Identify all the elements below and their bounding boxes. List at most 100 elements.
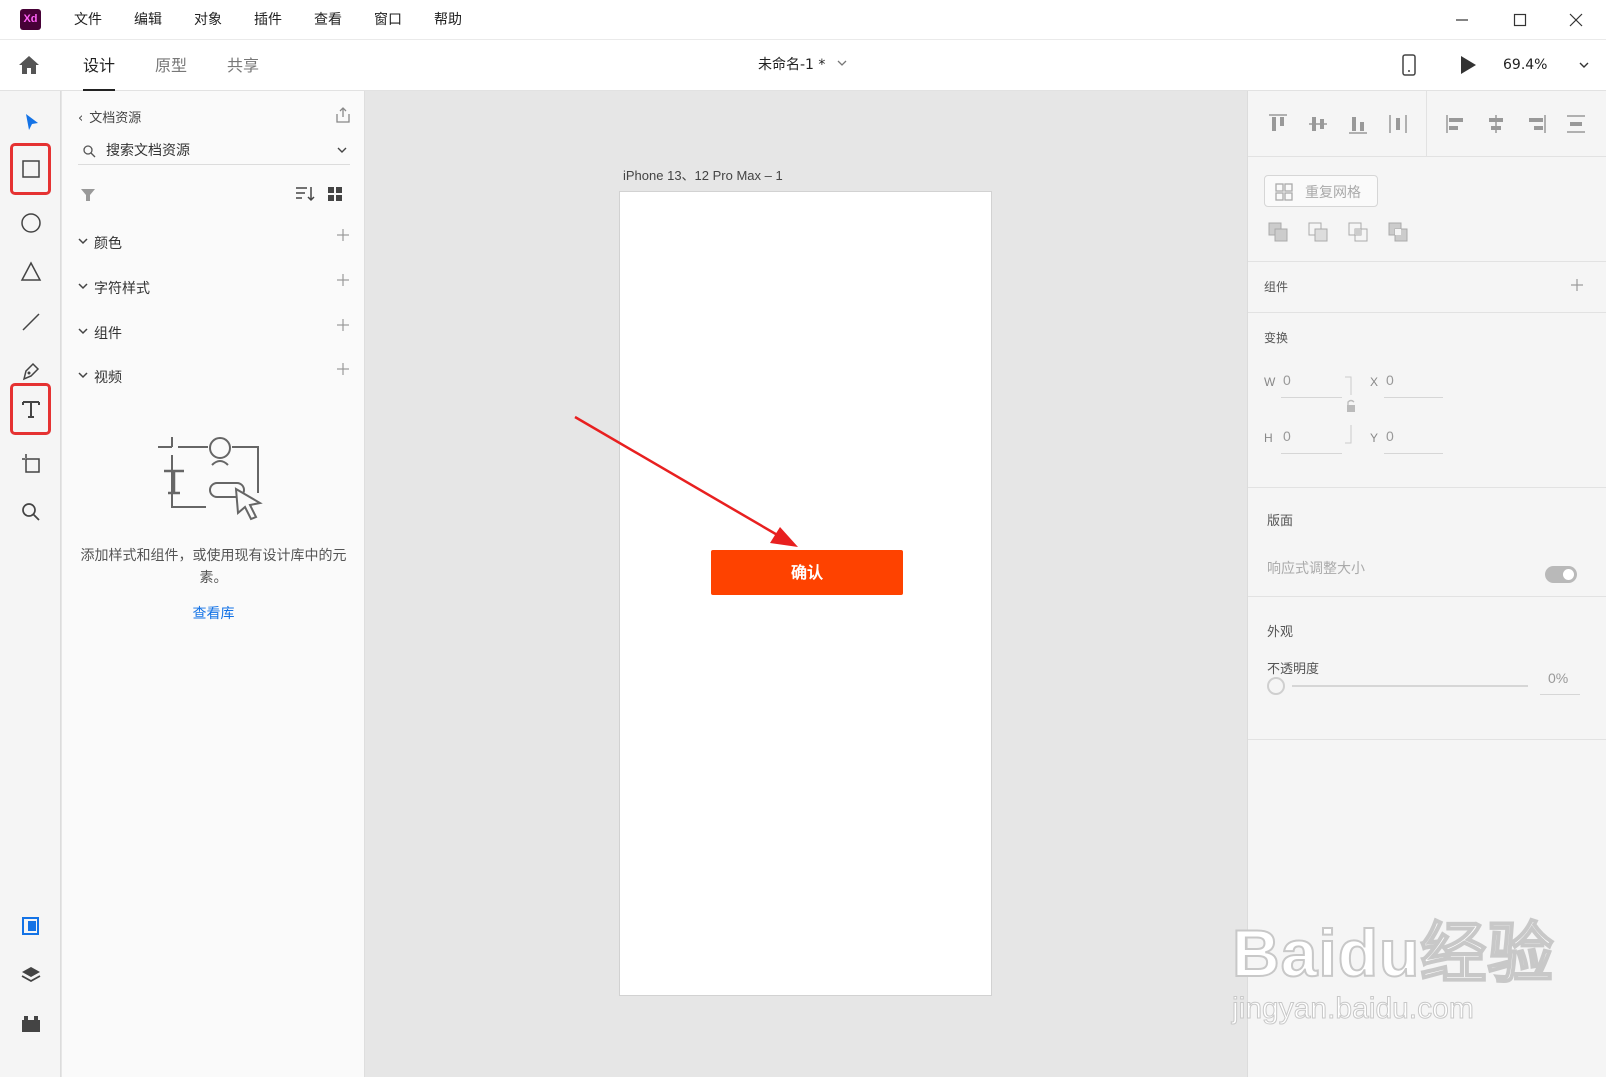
- select-tool[interactable]: [12, 103, 49, 140]
- view-library-link[interactable]: 查看库: [62, 603, 365, 623]
- polygon-tool[interactable]: [12, 253, 49, 290]
- chevron-down-icon[interactable]: [336, 144, 348, 156]
- distribute-vertical-icon[interactable]: [1565, 113, 1587, 135]
- add-icon[interactable]: [336, 228, 350, 242]
- chevron-down-icon: [78, 283, 88, 290]
- maximize-button[interactable]: [1502, 6, 1538, 34]
- share-export-icon: [336, 107, 350, 123]
- menu-object[interactable]: 对象: [194, 0, 222, 40]
- add-icon[interactable]: [336, 318, 350, 332]
- device-preview-button[interactable]: [1401, 54, 1417, 80]
- repeat-grid-button[interactable]: 重复网格: [1264, 175, 1378, 207]
- appearance-divider: [1248, 739, 1606, 740]
- artboard-tool[interactable]: [12, 444, 49, 481]
- add-icon[interactable]: [1570, 278, 1584, 292]
- chevron-down-icon: [78, 372, 88, 379]
- y-field[interactable]: 0: [1386, 428, 1394, 444]
- x-label: X: [1370, 375, 1379, 389]
- section-character-styles[interactable]: 字符样式: [78, 273, 350, 299]
- sort-icon[interactable]: [295, 185, 315, 203]
- assets-back-button[interactable]: ‹ 文档资源: [78, 107, 141, 126]
- menu-help[interactable]: 帮助: [434, 0, 462, 40]
- menu-edit[interactable]: 编辑: [134, 0, 162, 40]
- distribute-horizontal-icon[interactable]: [1387, 113, 1409, 135]
- triangle-icon: [20, 260, 41, 281]
- opacity-slider-handle[interactable]: [1267, 677, 1285, 695]
- width-field[interactable]: 0: [1283, 372, 1291, 388]
- close-icon: [1569, 13, 1583, 27]
- responsive-resize-toggle[interactable]: [1545, 566, 1577, 583]
- height-field[interactable]: 0: [1283, 428, 1291, 444]
- section-components[interactable]: 组件: [78, 318, 350, 344]
- section-colors[interactable]: 颜色: [78, 228, 350, 254]
- align-top-icon[interactable]: [1267, 113, 1289, 135]
- text-tool[interactable]: [10, 383, 51, 435]
- layout-title: 版面: [1267, 514, 1294, 529]
- rectangle-tool[interactable]: [10, 143, 51, 195]
- layers-button[interactable]: [12, 956, 49, 993]
- menu-file[interactable]: 文件: [74, 0, 102, 40]
- chevron-down-icon: [78, 328, 88, 335]
- section-video[interactable]: 视频: [78, 362, 350, 388]
- line-tool[interactable]: [12, 303, 49, 340]
- align-left-icon[interactable]: [1445, 113, 1467, 135]
- align-middle-icon[interactable]: [1307, 113, 1329, 135]
- chevron-down-icon[interactable]: [836, 57, 848, 69]
- menu-window[interactable]: 窗口: [374, 0, 402, 40]
- zoom-level[interactable]: 69.4%: [1503, 40, 1547, 91]
- intersect-icon[interactable]: [1347, 221, 1369, 243]
- add-union-icon[interactable]: [1267, 221, 1289, 243]
- mode-bar: 设计 原型 共享 未命名-1 * 69.4%: [0, 40, 1606, 91]
- home-button[interactable]: [18, 55, 40, 79]
- document-title[interactable]: 未命名-1 *: [758, 40, 825, 91]
- align-center-icon[interactable]: [1485, 113, 1507, 135]
- select-arrow-icon: [25, 113, 38, 130]
- plugins-icon: [21, 1015, 40, 1032]
- artboard-icon: [21, 453, 40, 473]
- menu-view[interactable]: 查看: [314, 0, 342, 40]
- add-icon[interactable]: [336, 362, 350, 376]
- responsive-resize-label: 响应式调整大小: [1267, 561, 1365, 577]
- tab-share[interactable]: 共享: [227, 40, 259, 91]
- repeat-grid-icon: [1275, 183, 1293, 201]
- layers-icon: [21, 966, 40, 982]
- plugins-button[interactable]: [12, 1005, 49, 1042]
- preview-play-button[interactable]: [1459, 55, 1477, 79]
- exclude-overlap-icon[interactable]: [1387, 221, 1409, 243]
- filter-icon[interactable]: [80, 187, 96, 203]
- tab-prototype[interactable]: 原型: [155, 40, 187, 91]
- document-assets-button[interactable]: [12, 907, 49, 944]
- opacity-slider-track[interactable]: [1292, 685, 1528, 687]
- x-underline: [1384, 397, 1443, 398]
- assets-search-input[interactable]: 搜索文档资源: [78, 136, 350, 165]
- align-divider: [1426, 91, 1427, 157]
- opacity-value[interactable]: 0%: [1548, 670, 1568, 686]
- ellipse-tool[interactable]: [12, 204, 49, 241]
- maximize-icon: [1513, 13, 1527, 27]
- zoom-tool[interactable]: [12, 493, 49, 530]
- search-placeholder: 搜索文档资源: [106, 143, 190, 159]
- text-t-icon: [21, 401, 40, 418]
- design-canvas[interactable]: iPhone 13、12 Pro Max – 1 确认: [366, 91, 1246, 1077]
- empty-assets-illustration-icon: [158, 437, 263, 521]
- zoom-chevron-down-icon[interactable]: [1578, 59, 1590, 71]
- menu-plugins[interactable]: 插件: [254, 0, 282, 40]
- annotation-arrow-icon: [574, 415, 798, 547]
- subtract-icon[interactable]: [1307, 221, 1329, 243]
- lock-aspect-icon[interactable]: [1344, 375, 1358, 445]
- x-field[interactable]: 0: [1386, 372, 1394, 388]
- ellipse-icon: [20, 212, 41, 233]
- export-button[interactable]: [334, 106, 352, 128]
- grid-view-icon[interactable]: [327, 186, 343, 202]
- transform-title: 变换: [1264, 331, 1289, 345]
- assets-title: 文档资源: [89, 111, 142, 126]
- menu-bar: Xd 文件 编辑 对象 插件 查看 窗口 帮助: [0, 0, 1606, 40]
- tab-design[interactable]: 设计: [83, 40, 116, 91]
- align-right-icon[interactable]: [1525, 113, 1547, 135]
- opacity-underline: [1540, 694, 1580, 695]
- close-window-button[interactable]: [1558, 6, 1594, 34]
- section-label: 字符样式: [94, 281, 150, 297]
- align-bottom-icon[interactable]: [1347, 113, 1369, 135]
- add-icon[interactable]: [336, 273, 350, 287]
- minimize-button[interactable]: [1444, 6, 1480, 34]
